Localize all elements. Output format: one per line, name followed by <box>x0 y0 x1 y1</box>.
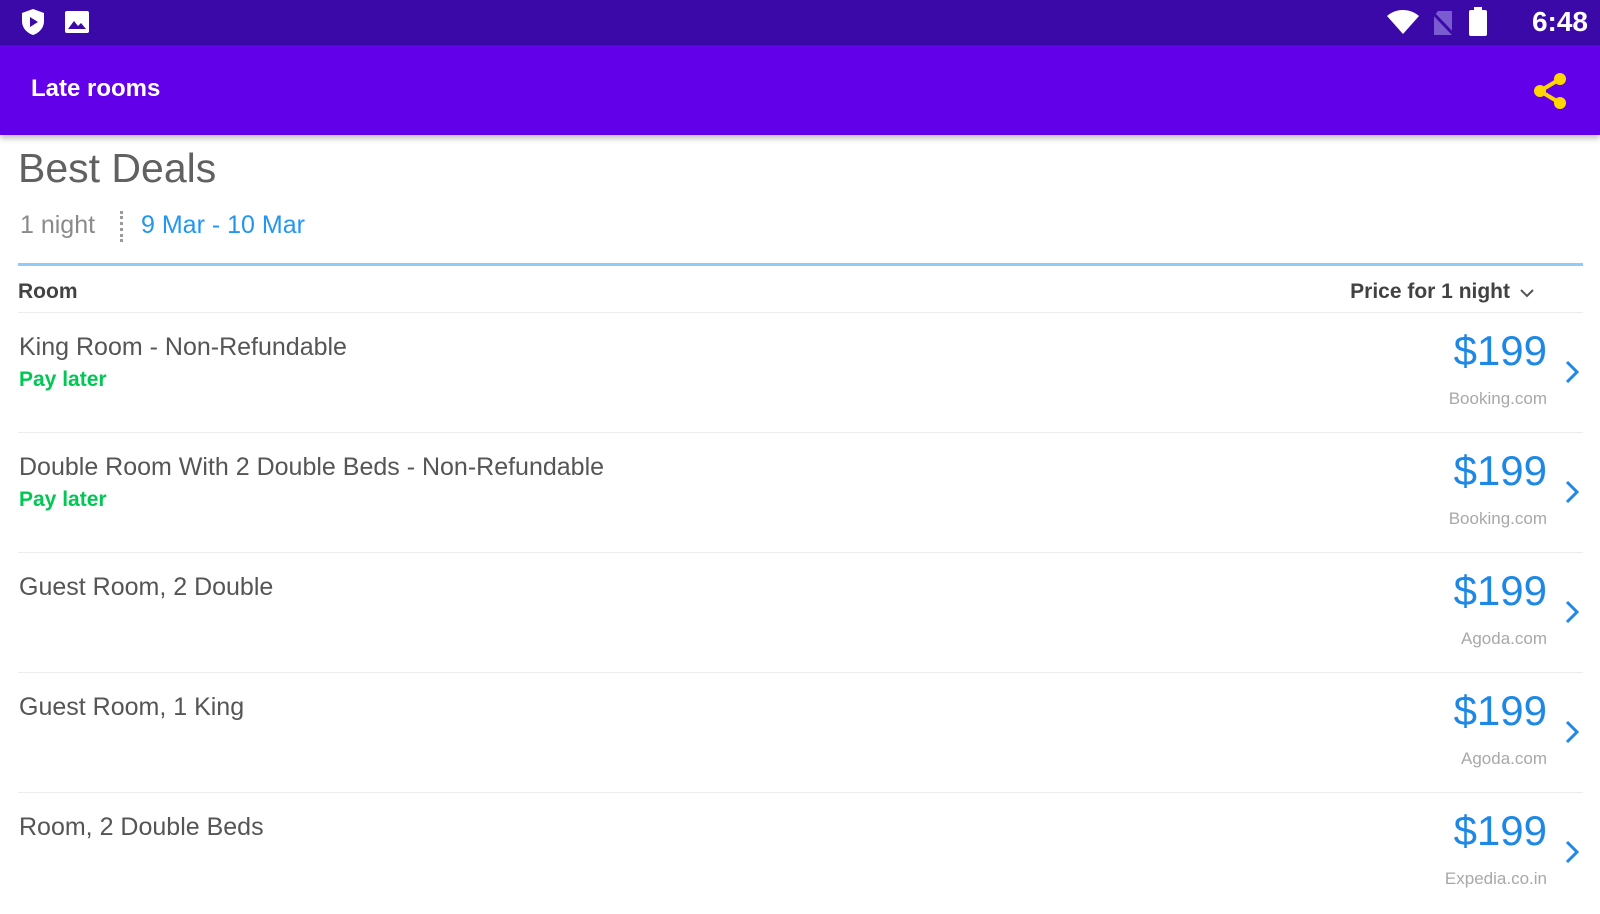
status-time: 6:48 <box>1531 6 1588 37</box>
room-name: Double Room With 2 Double Beds - Non-Ref… <box>19 453 605 481</box>
room-name: Guest Room, 2 Double <box>19 573 274 601</box>
room-price: $199 <box>1453 447 1547 494</box>
wifi-icon <box>1386 9 1420 40</box>
chevron-right-icon[interactable] <box>1562 597 1582 627</box>
chevron-down-icon[interactable] <box>1518 286 1536 300</box>
room-name: King Room - Non-Refundable <box>19 333 347 361</box>
room-price: $199 <box>1453 327 1547 374</box>
booking-source: Agoda.com <box>1461 629 1547 648</box>
chevron-right-icon[interactable] <box>1562 717 1582 747</box>
room-price: $199 <box>1453 807 1547 854</box>
app-bar: Late rooms <box>0 45 1600 135</box>
image-icon <box>64 10 90 39</box>
dotted-divider <box>120 211 123 242</box>
room-price: $199 <box>1453 567 1547 614</box>
battery-icon <box>1468 7 1488 42</box>
chevron-right-icon[interactable] <box>1562 837 1582 867</box>
room-row[interactable]: Double Room With 2 Double Beds - Non-Ref… <box>18 432 1583 554</box>
room-price: $199 <box>1453 687 1547 734</box>
main-content: Best Deals 1 night 9 Mar - 10 Mar Room P… <box>0 135 1600 900</box>
pay-later-label: Pay later <box>19 488 107 511</box>
booking-source: Booking.com <box>1448 509 1547 528</box>
chevron-right-icon[interactable] <box>1562 477 1582 507</box>
no-sim-icon <box>1431 10 1455 41</box>
date-range[interactable]: 9 Mar - 10 Mar <box>141 211 305 240</box>
shield-play-icon <box>20 8 46 41</box>
app-title: Late rooms <box>31 75 161 102</box>
page-title: Best Deals <box>18 145 217 191</box>
room-name: Room, 2 Double Beds <box>19 813 264 841</box>
share-button[interactable] <box>1530 71 1570 111</box>
booking-source: Expedia.co.in <box>1444 869 1547 888</box>
pay-later-label: Pay later <box>19 368 107 391</box>
room-row[interactable]: Room, 2 Double Beds $199 Expedia.co.in <box>18 792 1583 914</box>
booking-source: Booking.com <box>1448 389 1547 408</box>
section-divider <box>18 263 1583 266</box>
room-row[interactable]: King Room - Non-Refundable Pay later $199 B… <box>18 312 1583 434</box>
chevron-right-icon[interactable] <box>1562 357 1582 387</box>
room-row[interactable]: Guest Room, 2 Double $199 Agoda.com <box>18 552 1583 674</box>
booking-source: Agoda.com <box>1461 749 1547 768</box>
room-name: Guest Room, 1 King <box>19 693 245 721</box>
nights-label: 1 night <box>20 211 96 239</box>
column-header-room: Room <box>18 280 78 303</box>
room-row[interactable]: Guest Room, 1 King $199 Agoda.com <box>18 672 1583 794</box>
share-icon <box>1534 73 1566 109</box>
status-bar: 6:48 <box>0 0 1600 45</box>
sort-price-dropdown[interactable]: Price for 1 night <box>1350 280 1510 304</box>
